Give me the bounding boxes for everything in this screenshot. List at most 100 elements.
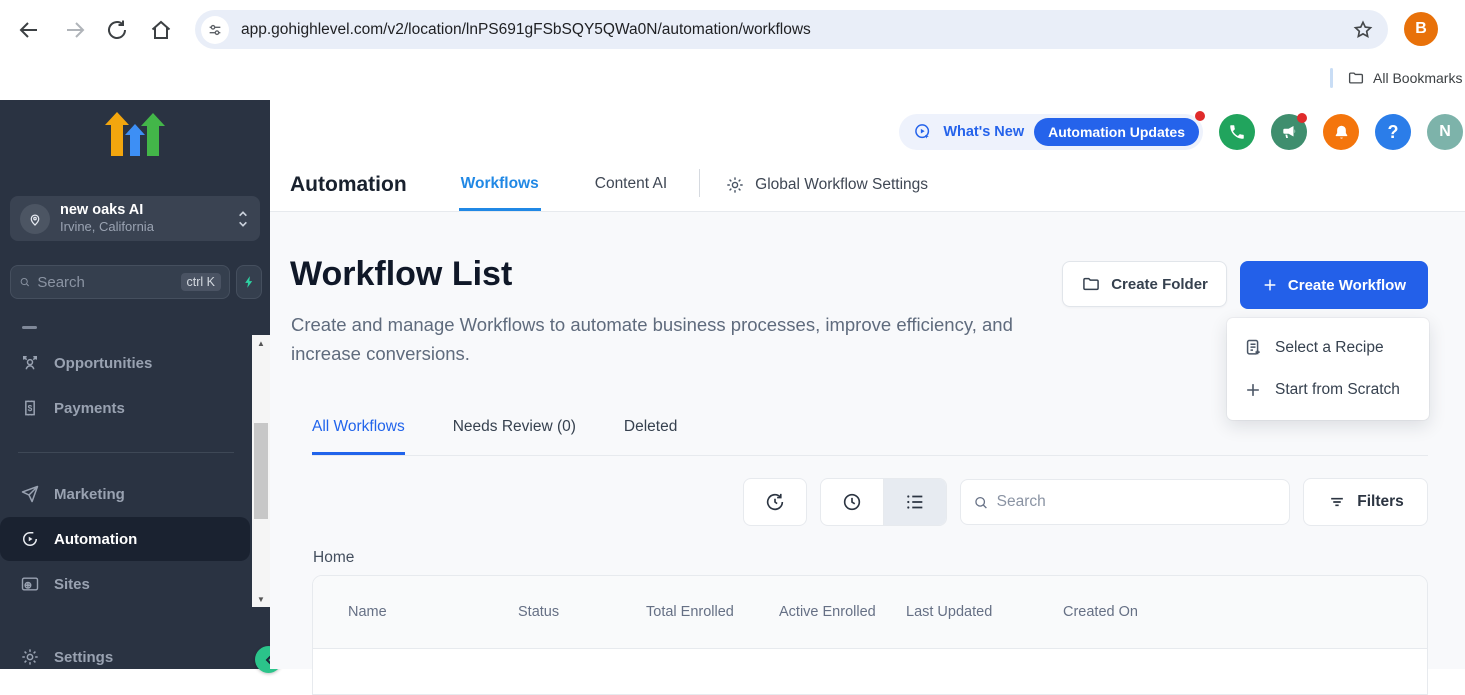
send-icon bbox=[20, 484, 40, 504]
column-created-on: Created On bbox=[1063, 604, 1263, 620]
workflow-search[interactable] bbox=[960, 479, 1290, 525]
forward-icon[interactable] bbox=[63, 18, 87, 42]
list-toolbar: Filters bbox=[743, 478, 1428, 526]
payments-icon: $ bbox=[20, 398, 40, 418]
search-shortcut-badge: ctrl K bbox=[181, 273, 221, 291]
global-workflow-settings-link[interactable]: Global Workflow Settings bbox=[725, 159, 928, 211]
sidebar-search[interactable]: ctrl K bbox=[10, 265, 230, 299]
tab-all-workflows[interactable]: All Workflows bbox=[312, 418, 405, 455]
workflow-table: Name Status Total Enrolled Active Enroll… bbox=[312, 575, 1428, 695]
whats-new-label: What's New bbox=[943, 124, 1024, 140]
automation-icon bbox=[20, 529, 40, 549]
sidebar-scrollbar[interactable]: ▲ ▼ bbox=[252, 335, 270, 607]
app-window: new oaks AI Irvine, California ctrl K bbox=[0, 100, 1465, 669]
view-toggle bbox=[820, 478, 947, 526]
page-title: Workflow List bbox=[290, 255, 512, 294]
plus-icon bbox=[1243, 380, 1263, 400]
column-active-enrolled: Active Enrolled bbox=[779, 601, 906, 624]
browser-toolbar: app.gohighlevel.com/v2/location/lnPS691g… bbox=[0, 0, 1465, 58]
site-settings-icon[interactable] bbox=[201, 16, 229, 44]
table-header-row: Name Status Total Enrolled Active Enroll… bbox=[313, 576, 1427, 649]
sidebar-search-input[interactable] bbox=[37, 274, 180, 291]
scrollbar-thumb[interactable] bbox=[254, 423, 268, 519]
list-view-button[interactable] bbox=[884, 479, 946, 525]
create-folder-button[interactable]: Create Folder bbox=[1062, 261, 1227, 307]
browser-profile-avatar[interactable]: B bbox=[1404, 12, 1438, 46]
topbar-actions: What's New Automation Updates bbox=[899, 114, 1463, 150]
sidebar-divider bbox=[18, 452, 234, 453]
bookmark-star-icon[interactable] bbox=[1352, 19, 1374, 41]
all-bookmarks-button[interactable]: All Bookmarks bbox=[1330, 64, 1465, 92]
sidebar-item-settings[interactable]: Settings bbox=[0, 635, 250, 679]
column-total-enrolled: Total Enrolled bbox=[646, 601, 779, 624]
url-text[interactable]: app.gohighlevel.com/v2/location/lnPS691g… bbox=[241, 21, 1352, 39]
help-button[interactable]: ? bbox=[1375, 114, 1411, 150]
all-bookmarks-label: All Bookmarks bbox=[1373, 70, 1462, 86]
tab-workflows[interactable]: Workflows bbox=[459, 159, 541, 211]
phone-button[interactable] bbox=[1219, 114, 1255, 150]
column-name: Name bbox=[348, 604, 518, 620]
location-pin-icon bbox=[20, 204, 50, 234]
workflow-search-input[interactable] bbox=[997, 493, 1277, 511]
list-icon bbox=[904, 491, 926, 513]
sidebar-item-marketing[interactable]: Marketing bbox=[0, 472, 250, 516]
sidebar: new oaks AI Irvine, California ctrl K bbox=[0, 100, 270, 669]
user-avatar[interactable]: N bbox=[1427, 114, 1463, 150]
opportunities-icon bbox=[20, 353, 40, 373]
gohighlevel-logo bbox=[0, 112, 270, 164]
megaphone-icon bbox=[1280, 123, 1298, 141]
sites-icon bbox=[20, 574, 40, 594]
recipe-icon bbox=[1243, 338, 1263, 358]
bookmarks-folder-icon bbox=[1347, 69, 1365, 87]
address-bar[interactable]: app.gohighlevel.com/v2/location/lnPS691g… bbox=[195, 10, 1388, 49]
history-icon bbox=[764, 491, 786, 513]
account-location: Irvine, California bbox=[60, 219, 236, 235]
workflow-list-tabs: All Workflows Needs Review (0) Deleted bbox=[312, 418, 1428, 456]
sidebar-item-payments[interactable]: $ Payments bbox=[0, 386, 250, 430]
back-icon[interactable] bbox=[17, 18, 41, 42]
filters-button[interactable]: Filters bbox=[1303, 478, 1428, 526]
quick-actions-button[interactable] bbox=[236, 265, 262, 299]
section-title: Automation bbox=[290, 173, 407, 197]
table-body bbox=[313, 649, 1427, 695]
tab-content-ai[interactable]: Content AI bbox=[593, 159, 669, 211]
history-button[interactable] bbox=[743, 478, 807, 526]
content-area: Workflow List Create and manage Workflow… bbox=[270, 212, 1465, 669]
scrolled-item-fragment bbox=[22, 326, 37, 329]
menu-item-select-recipe[interactable]: Select a Recipe bbox=[1227, 327, 1429, 369]
filter-icon bbox=[1327, 492, 1347, 512]
account-name: new oaks AI bbox=[60, 202, 236, 219]
sidebar-item-automation[interactable]: Automation bbox=[0, 517, 250, 561]
tab-deleted[interactable]: Deleted bbox=[624, 418, 677, 455]
header-divider bbox=[699, 169, 700, 197]
notification-dot bbox=[1297, 113, 1307, 123]
reload-icon[interactable] bbox=[105, 18, 129, 42]
whats-new-button[interactable]: What's New Automation Updates bbox=[899, 114, 1203, 150]
scroll-down-icon[interactable]: ▼ bbox=[252, 591, 270, 607]
notifications-button[interactable] bbox=[1323, 114, 1359, 150]
notification-dot bbox=[1195, 111, 1205, 121]
sidebar-item-sites[interactable]: Sites bbox=[0, 562, 250, 606]
create-workflow-button[interactable]: Create Workflow bbox=[1240, 261, 1428, 309]
breadcrumb[interactable]: Home bbox=[313, 549, 354, 567]
menu-item-start-from-scratch[interactable]: Start from Scratch bbox=[1227, 369, 1429, 411]
global-workflow-settings-label: Global Workflow Settings bbox=[755, 176, 928, 194]
scroll-up-icon[interactable]: ▲ bbox=[252, 335, 270, 351]
column-status: Status bbox=[518, 604, 646, 620]
column-last-updated: Last Updated bbox=[906, 604, 1063, 620]
announcements-button[interactable] bbox=[1271, 114, 1307, 150]
create-workflow-menu: Select a Recipe Start from Scratch bbox=[1227, 318, 1429, 420]
bookmarks-divider bbox=[1330, 68, 1333, 88]
timeline-view-button[interactable] bbox=[821, 479, 883, 525]
header-tabs: Automation Workflows Content AI Global W… bbox=[290, 159, 928, 211]
automation-updates-badge[interactable]: Automation Updates bbox=[1034, 118, 1199, 146]
chevron-updown-icon bbox=[236, 209, 250, 229]
sidebar-item-opportunities[interactable]: Opportunities bbox=[0, 341, 250, 385]
search-icon bbox=[973, 494, 989, 511]
home-icon[interactable] bbox=[149, 18, 173, 42]
svg-text:$: $ bbox=[28, 403, 33, 413]
tab-needs-review[interactable]: Needs Review (0) bbox=[453, 418, 576, 455]
phone-icon bbox=[1228, 123, 1246, 141]
page-header: What's New Automation Updates bbox=[270, 100, 1465, 212]
account-switcher[interactable]: new oaks AI Irvine, California bbox=[10, 196, 260, 241]
